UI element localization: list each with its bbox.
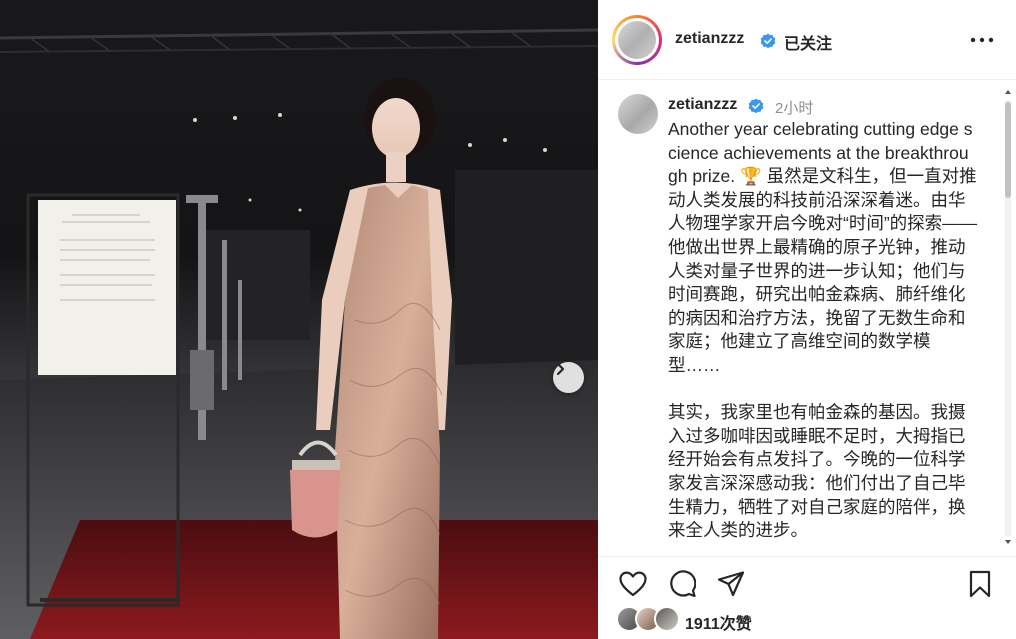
scrollbar-thumb[interactable] xyxy=(1005,102,1011,198)
caption-username[interactable]: zetianzzz xyxy=(668,96,737,114)
post-side-panel: zetianzzz 已关注 zetianzzz 2小时 Another year… xyxy=(598,0,1016,639)
caption-area: zetianzzz 2小时 Another year celebrating c… xyxy=(598,82,1016,552)
verified-badge-icon xyxy=(760,33,776,49)
paper-plane-icon xyxy=(717,571,745,597)
heart-icon xyxy=(619,571,647,597)
likes-count[interactable]: 1911次赞 xyxy=(685,610,752,634)
post-header: zetianzzz 已关注 xyxy=(598,0,1016,80)
chevron-right-icon xyxy=(556,362,565,376)
avatar[interactable] xyxy=(612,15,662,65)
share-button[interactable] xyxy=(716,569,746,599)
likes-row: 1911次赞 xyxy=(598,604,1016,639)
comment-icon xyxy=(670,570,696,598)
comment-button[interactable] xyxy=(667,569,697,599)
photo-scene xyxy=(0,0,598,639)
save-button[interactable] xyxy=(965,569,995,599)
caption-paragraph-2: 其实，我家里也有帕金森的基因。我摄入过多咖啡因或睡眠不足时，大拇指已经开始会有点… xyxy=(668,402,966,541)
header-username[interactable]: zetianzzz xyxy=(675,30,744,48)
more-options-icon xyxy=(970,37,994,43)
liker-avatar[interactable] xyxy=(654,606,680,632)
caption-paragraph-1: Another year celebrating cutting edge sc… xyxy=(668,119,978,375)
post-timestamp: 2小时 xyxy=(775,100,814,117)
follow-button[interactable]: 已关注 xyxy=(784,30,832,54)
caption-scrollbar[interactable] xyxy=(1002,86,1014,550)
next-photo-button[interactable] xyxy=(553,362,584,393)
action-bar xyxy=(598,556,1016,606)
scroll-down-arrow-icon[interactable] xyxy=(1004,538,1012,546)
verified-badge-icon xyxy=(748,98,764,114)
more-options-button[interactable] xyxy=(968,28,996,52)
like-button[interactable] xyxy=(618,569,648,599)
post-photo xyxy=(0,0,598,639)
bookmark-icon xyxy=(969,570,991,598)
caption-text: Another year celebrating cutting edge sc… xyxy=(668,118,978,543)
caption-avatar[interactable] xyxy=(618,94,658,134)
scroll-up-arrow-icon[interactable] xyxy=(1004,88,1012,96)
